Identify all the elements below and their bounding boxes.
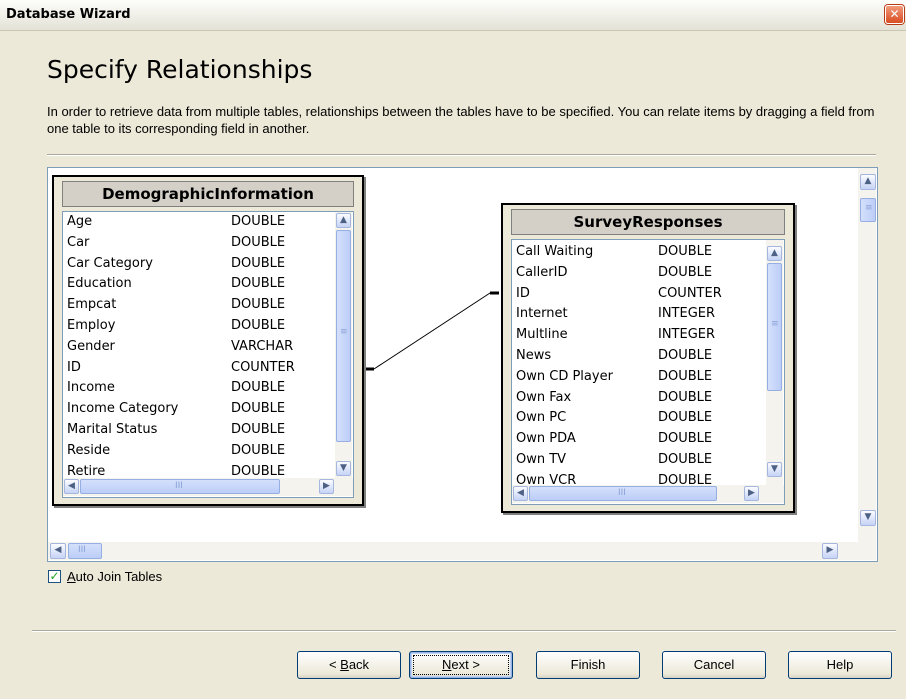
field-type: DOUBLE [658,264,713,280]
field-name: ID [516,285,530,301]
scroll-thumb[interactable]: III [68,543,102,559]
scroll-up-icon[interactable]: ▲ [860,174,876,190]
field-type: DOUBLE [658,452,713,467]
field-name: Own TV [516,452,567,467]
scroll-down-icon[interactable]: ▼ [860,510,876,526]
help-button[interactable]: Help [788,651,892,679]
field-type: INTEGER [658,327,716,343]
field-type: DOUBLE [231,401,286,417]
field-name: Marital Status [67,422,158,437]
table-title[interactable]: DemographicInformation [62,181,354,207]
scroll-right-icon[interactable]: ▶ [822,543,838,559]
relationship-canvas[interactable]: DemographicInformation Age DOUBLE Car DOUBL… [47,167,878,562]
scroll-thumb[interactable]: ≡ [336,230,351,442]
field-name: Own CD Player [516,368,613,384]
canvas-horizontal-scrollbar[interactable]: ◀ III ▶ [48,542,876,560]
field-type: VARCHAR [231,338,294,354]
field-name: Gender [67,338,115,354]
field-name: Income Category [67,401,179,417]
field-type: DOUBLE [658,431,713,447]
horizontal-scrollbar[interactable]: ◀ III ▶ [63,478,353,496]
field-list[interactable]: Call Waiting DOUBLE CallerID DOUBLE ID COUNTE… [511,239,785,505]
back-button[interactable]: < Back [297,651,401,679]
auto-join-label: Auto Join Tables [67,569,163,584]
field-name: Own Fax [516,389,572,405]
horizontal-scrollbar[interactable]: ◀ III ▶ [512,485,784,503]
field-type: DOUBLE [231,318,286,333]
field-name: Reside [67,442,111,458]
scroll-up-icon[interactable]: ▲ [336,213,351,228]
scroll-left-icon[interactable]: ◀ [50,543,66,559]
field-type: COUNTER [658,285,722,301]
cancel-button[interactable]: Cancel [662,651,766,679]
field-type: DOUBLE [231,442,286,458]
window-title: Database Wizard [6,7,131,22]
checkmark-icon[interactable]: ✓ [48,570,61,583]
field-type: DOUBLE [658,348,713,363]
field-name: Car [67,234,90,250]
scroll-right-icon[interactable]: ▶ [744,486,759,501]
field-type: DOUBLE [658,389,713,405]
table-box-surveyresponses[interactable]: SurveyResponses Call Waiting DOUBLE Caller… [501,203,795,513]
field-name: Education [67,276,132,292]
field-name: Own PC [516,410,567,426]
field-type: DOUBLE [231,297,286,313]
field-type: DOUBLE [231,380,286,396]
close-icon[interactable]: ✕ [885,5,904,24]
scroll-left-icon[interactable]: ◀ [513,486,528,501]
field-type: COUNTER [231,359,295,375]
scroll-thumb[interactable]: ≡ [767,263,782,391]
scroll-right-icon[interactable]: ▶ [319,479,334,494]
field-type: DOUBLE [658,410,713,426]
field-name: CallerID [516,264,568,280]
scroll-left-icon[interactable]: ◀ [64,479,79,494]
page-description: In order to retrieve data from multiple … [47,104,875,136]
scroll-thumb[interactable]: ≡ [860,198,876,222]
field-name: Call Waiting [516,244,594,259]
canvas-vertical-scrollbar[interactable]: ▲ ≡ ▼ [858,168,876,542]
field-name: Age [67,214,93,229]
title-bar: Database Wizard ✕ [0,0,906,31]
vertical-scrollbar[interactable]: ▲ ≡ ▼ [766,240,783,485]
scroll-down-icon[interactable]: ▼ [336,461,351,476]
field-list[interactable]: Age DOUBLE Car DOUBLE Car Category DOUBLE Educ… [62,211,354,498]
page-title: Specify Relationships [47,55,313,84]
field-type: DOUBLE [231,255,286,271]
field-name: ID [67,359,81,375]
next-button[interactable]: Next > [409,651,513,679]
scroll-up-icon[interactable]: ▲ [767,246,782,261]
scroll-thumb[interactable]: III [529,486,717,501]
scroll-down-icon[interactable]: ▼ [767,462,782,477]
field-type: INTEGER [658,306,716,322]
field-name: Internet [516,306,568,322]
field-name: Employ [67,318,116,333]
field-type: DOUBLE [658,368,713,384]
field-name: Car Category [67,255,153,271]
footer-divider [32,630,896,632]
header-divider [47,154,876,156]
vertical-scrollbar[interactable]: ▲ ≡ ▼ [335,212,352,478]
scroll-thumb[interactable]: III [80,479,280,494]
field-type: DOUBLE [231,234,286,250]
field-name: Multline [516,327,568,343]
field-name: Empcat [67,297,117,313]
field-name: Own PDA [516,431,576,447]
field-name: News [516,348,552,363]
field-name: Income [67,380,115,396]
table-box-demographicinformation[interactable]: DemographicInformation Age DOUBLE Car DOUBL… [52,175,364,506]
field-type: DOUBLE [231,276,286,292]
field-type: DOUBLE [231,214,286,229]
field-type: DOUBLE [231,422,286,437]
focus-rect [413,655,509,675]
table-title[interactable]: SurveyResponses [511,209,785,235]
field-type: DOUBLE [658,244,713,259]
finish-button[interactable]: Finish [536,651,640,679]
